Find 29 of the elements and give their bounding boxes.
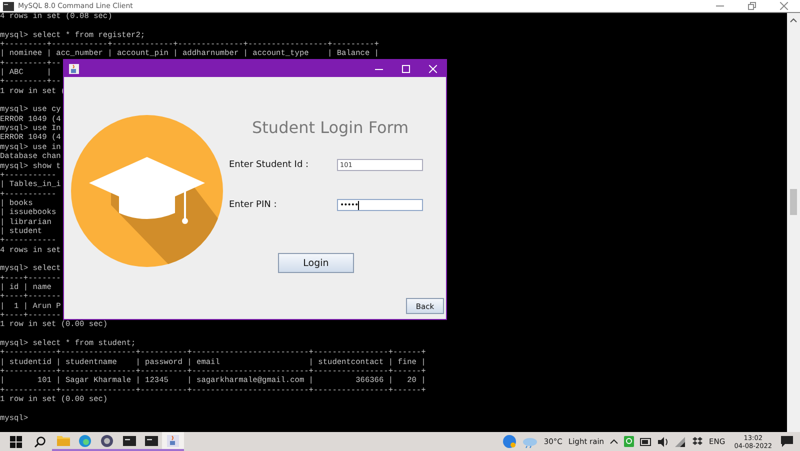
cup-icon [167,434,179,446]
login-button[interactable]: Login [278,253,354,273]
scrollbar-thumb[interactable] [790,189,797,215]
console-icon [144,436,158,446]
maximize-icon[interactable] [402,64,410,72]
field-label: Enter Student Id : [229,160,310,170]
browser-icon [79,434,91,446]
scrollbar[interactable] [787,13,800,432]
chevron-up-icon[interactable] [610,439,618,444]
box-icon[interactable] [692,436,704,446]
app-tray-icon[interactable] [624,436,634,447]
cup-icon [69,64,79,74]
speaker-icon[interactable] [658,436,670,446]
wifi-icon[interactable] [675,436,686,446]
scroll-up-icon[interactable] [790,18,797,23]
start-icon[interactable] [10,436,22,448]
search-icon[interactable] [34,436,46,448]
battery-icon[interactable] [640,438,652,446]
console-icon [3,2,14,10]
taskbar-app[interactable] [96,432,118,451]
camera-icon [101,434,113,446]
notification-icon[interactable] [781,436,793,447]
form-heading: Student Login Form [252,118,410,137]
close-icon[interactable] [780,2,788,10]
folder-icon [56,435,70,446]
help-icon[interactable] [502,435,516,448]
restore-icon[interactable] [748,2,756,10]
field-label: Enter PIN : [229,200,278,210]
console-icon [122,436,136,446]
